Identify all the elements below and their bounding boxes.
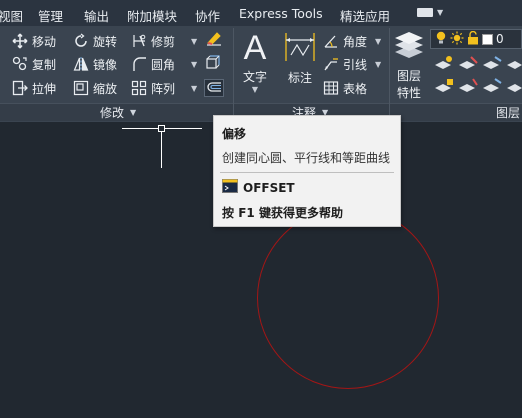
chevron-down-icon[interactable]: ▼ (375, 37, 381, 46)
move-tool[interactable]: 移动 (12, 32, 56, 50)
mirror-icon (73, 56, 89, 72)
layer-properties-label-line1: 图层 (396, 69, 421, 83)
menu-item-view[interactable]: 视图 (0, 6, 23, 25)
tooltip-title: 偏移 (222, 127, 247, 141)
panel-divider (389, 28, 390, 120)
move-label: 移动 (32, 34, 57, 49)
move-icon (12, 33, 28, 49)
text-icon: A (243, 29, 267, 67)
angle-icon (323, 33, 339, 49)
leader-tool[interactable]: 引线 ▼ (323, 55, 381, 73)
scale-label: 缩放 (93, 81, 118, 96)
text-tool[interactable]: A 文字 ▼ (243, 30, 267, 94)
scale-icon (73, 80, 89, 96)
menu-item-addons[interactable]: 附加模块 (127, 6, 177, 25)
vertical-line[interactable] (161, 129, 162, 168)
angular-dim-tool[interactable]: 角度 ▼ (323, 32, 381, 50)
help-key: F1 (238, 206, 255, 220)
bulb-icon (435, 30, 447, 49)
erase-button[interactable] (204, 31, 224, 49)
sun-icon (450, 30, 464, 49)
workspace-icon (417, 8, 433, 17)
trim-tool[interactable]: 修剪 ▼ (131, 32, 197, 50)
menu-item-express-tools[interactable]: Express Tools (239, 6, 323, 21)
dimension-label: 标注 (287, 71, 312, 85)
menu-item-manage[interactable]: 管理 (38, 6, 63, 25)
help-prefix: 按 (222, 206, 235, 220)
offset-icon (205, 79, 223, 98)
offset-button[interactable] (204, 79, 224, 97)
menu-item-featured-apps[interactable]: 精选应用 (340, 6, 390, 25)
angle-label: 角度 (343, 34, 368, 49)
eraser-icon (205, 30, 223, 50)
rotate-label: 旋转 (93, 34, 118, 49)
chevron-down-icon: ▼ (251, 85, 259, 94)
stretch-icon (12, 80, 28, 96)
layer-color-swatch (482, 33, 493, 45)
trim-icon (131, 33, 147, 49)
stretch-tool[interactable]: 拉伸 (12, 79, 56, 97)
fillet-icon (131, 56, 147, 72)
dimension-icon (283, 31, 317, 66)
stretch-label: 拉伸 (32, 81, 57, 96)
rotate-icon (73, 33, 89, 49)
layer-tools-grid (433, 55, 522, 99)
menu-item-collaborate[interactable]: 协作 (195, 6, 220, 25)
tooltip-description: 创建同心圆、平行线和等距曲线 (222, 151, 391, 165)
chevron-down-icon[interactable]: ▼ (191, 84, 197, 93)
tooltip-help: 按 F1 键获得更多帮助 (222, 204, 343, 221)
chevron-down-icon[interactable]: ▼ (191, 37, 197, 46)
tooltip-command: OFFSET (222, 179, 295, 196)
array-icon (131, 80, 147, 96)
layer-properties-tool[interactable]: 图层 特性 (393, 30, 425, 101)
layers-panel-title[interactable]: 图层 (496, 104, 520, 121)
leader-icon (323, 56, 339, 72)
rotate-tool[interactable]: 旋转 (73, 32, 117, 50)
chevron-down-icon[interactable]: ▼ (375, 60, 381, 69)
modify-panel-label: 修改 (100, 106, 125, 120)
fillet-label: 圆角 (151, 57, 176, 72)
dimension-tool[interactable]: 标注 (283, 31, 317, 86)
scale-tool[interactable]: 缩放 (73, 79, 117, 97)
offset-tooltip: 偏移 创建同心圆、平行线和等距曲线 OFFSET 按 F1 键获得更多帮助 (213, 115, 401, 227)
chevron-down-icon[interactable]: ▼ (191, 60, 197, 69)
chevron-down-icon: ▼ (437, 8, 444, 17)
layer-tool-icons (435, 56, 522, 92)
array-label: 阵列 (151, 81, 176, 96)
command-line-icon (222, 179, 238, 196)
current-layer-name: 0 (496, 32, 504, 46)
mirror-tool[interactable]: 镜像 (73, 55, 117, 73)
table-tool[interactable]: 表格 (323, 79, 367, 97)
explode-button[interactable] (204, 55, 224, 73)
unlock-icon (467, 30, 479, 49)
workspace-dropdown[interactable]: ▼ (417, 8, 443, 17)
table-icon (323, 80, 339, 96)
tooltip-divider (220, 172, 394, 173)
chevron-down-icon: ▼ (130, 108, 137, 117)
fillet-tool[interactable]: 圆角 ▼ (131, 55, 197, 73)
array-tool[interactable]: 阵列 ▼ (131, 79, 197, 97)
text-label: 文字 (243, 70, 268, 84)
trim-label: 修剪 (151, 34, 176, 49)
grip-handle[interactable] (158, 125, 165, 132)
modify-panel-title[interactable]: 修改 ▼ (100, 104, 136, 121)
table-label: 表格 (343, 81, 368, 96)
layer-control[interactable]: 0 (430, 29, 522, 49)
layers-panel-label: 图层 (496, 106, 521, 120)
copy-tool[interactable]: 复制 (12, 55, 56, 73)
leader-label: 引线 (343, 57, 368, 72)
explode-icon (205, 54, 223, 74)
menu-bar: 视图 管理 输出 附加模块 协作 Express Tools 精选应用 ▼ (0, 0, 522, 26)
panel-divider (233, 28, 234, 120)
copy-label: 复制 (32, 57, 57, 72)
mirror-label: 镜像 (93, 57, 118, 72)
command-name: OFFSET (243, 180, 295, 195)
layers-stack-icon (393, 30, 425, 67)
help-suffix: 键获得更多帮助 (258, 206, 343, 220)
layer-properties-label-line2: 特性 (396, 86, 421, 100)
copy-icon (12, 56, 28, 72)
menu-item-output[interactable]: 输出 (84, 6, 109, 25)
red-circle[interactable] (257, 207, 439, 389)
